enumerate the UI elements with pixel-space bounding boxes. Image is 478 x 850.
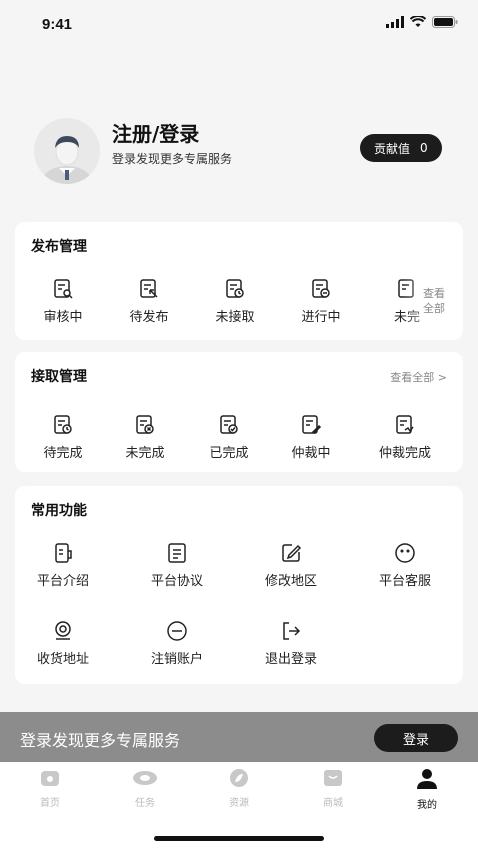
tab-mine[interactable]: 我的 (397, 768, 457, 811)
status-icons (386, 16, 458, 28)
status-time: 9:41 (42, 16, 73, 33)
tab-resource[interactable]: 资源 (209, 768, 269, 809)
location-icon (55, 621, 71, 640)
grid-label: 退出登录 (264, 652, 317, 667)
doc-clock-icon (54, 415, 72, 434)
func-platform-intro[interactable]: 平台介绍 (23, 542, 103, 589)
doc-progress-icon (312, 279, 330, 298)
service-icon (395, 543, 415, 563)
grid-label: 注销账户 (150, 652, 203, 667)
info-doc-icon (55, 543, 72, 563)
tab-label: 商城 (323, 798, 343, 809)
tab-label: 我的 (417, 800, 437, 811)
func-customer-service[interactable]: 平台客服 (365, 542, 445, 589)
scroll-fade (403, 222, 463, 340)
resource-icon (230, 769, 248, 787)
doc-check-icon (220, 415, 238, 434)
receive-view-all[interactable]: 查看全部 > (390, 369, 447, 385)
tab-shop[interactable]: 商城 (303, 768, 363, 809)
login-register-title[interactable]: 注册/登录 (112, 118, 199, 147)
wifi-icon (410, 16, 426, 27)
receive-item-to-complete[interactable]: 待完成 (23, 414, 103, 461)
grid-label: 已完成 (209, 446, 249, 461)
agreement-icon (168, 543, 186, 563)
edit-icon (282, 544, 302, 562)
doc-cursor-icon (140, 279, 158, 298)
grid-label: 收货地址 (36, 652, 89, 667)
signal-icon (386, 16, 404, 28)
avatar[interactable] (34, 118, 100, 184)
doc-x-icon (136, 415, 154, 434)
task-icon (133, 771, 157, 785)
login-button[interactable]: 登录 (374, 724, 458, 752)
doc-signed-icon (396, 415, 414, 434)
tab-task[interactable]: 任务 (115, 768, 175, 809)
contribution-value: 0 (420, 141, 428, 155)
receive-item-arbitrating[interactable]: 仲裁中 (271, 414, 351, 461)
grid-label: 修改地区 (264, 574, 317, 589)
profile-subtitle: 登录发现更多专属服务 (112, 152, 233, 166)
tab-label: 首页 (40, 798, 60, 809)
func-platform-agreement[interactable]: 平台协议 (137, 542, 217, 589)
receive-item-incomplete[interactable]: 未完成 (105, 414, 185, 461)
promo-text: 登录发现更多专属服务 (20, 731, 181, 750)
logout-icon (283, 622, 301, 640)
common-functions-card: 常用功能 平台介绍 平台协议 修改地区 平台客服 收货地址 注销账户 退出登录 (15, 486, 463, 684)
view-all-line1: 查看 (423, 287, 445, 300)
func-shipping-address[interactable]: 收货地址 (23, 620, 103, 667)
publish-item-unaccepted[interactable]: 未接取 (195, 278, 275, 325)
home-indicator (154, 836, 324, 841)
status-bar: 9:41 (0, 0, 478, 52)
shop-icon (324, 770, 342, 786)
grid-label: 进行中 (301, 310, 341, 325)
battery-icon (432, 16, 458, 28)
tab-label: 任务 (135, 798, 155, 809)
tab-home[interactable]: 首页 (20, 768, 80, 809)
grid-label: 平台介绍 (36, 574, 89, 589)
publish-item-in-progress[interactable]: 进行中 (281, 278, 361, 325)
receive-item-completed[interactable]: 已完成 (189, 414, 269, 461)
grid-label: 待发布 (129, 310, 169, 325)
grid-label: 待完成 (43, 446, 83, 461)
receive-management-card: 接取管理 查看全部 > 待完成 未完成 已完成 仲裁中 仲裁完成 (15, 352, 463, 472)
view-all-line2: 全部 (423, 302, 445, 315)
grid-label: 仲裁中 (291, 446, 331, 461)
grid-label: 未完成 (125, 446, 165, 461)
publish-management-card: 发布管理 审核中 待发布 未接取 进行中 未完 查看 (15, 222, 463, 340)
publish-item-pending[interactable]: 待发布 (109, 278, 189, 325)
func-cancel-account[interactable]: 注销账户 (137, 620, 217, 667)
func-logout[interactable]: 退出登录 (251, 620, 331, 667)
publish-view-all[interactable]: 查看 全部 (419, 286, 449, 316)
receive-item-arbitrated[interactable]: 仲裁完成 (365, 414, 445, 461)
doc-clock-icon (226, 279, 244, 298)
func-change-region[interactable]: 修改地区 (251, 542, 331, 589)
card-title: 发布管理 (31, 239, 87, 255)
grid-label: 审核中 (43, 310, 83, 325)
minus-circle-icon (167, 621, 187, 641)
home-icon (41, 771, 59, 786)
tab-label: 资源 (229, 798, 249, 809)
doc-search-icon (54, 279, 73, 299)
contribution-badge[interactable]: 贡献值 0 (360, 134, 442, 162)
grid-label: 仲裁完成 (378, 446, 431, 461)
doc-edit-icon (302, 415, 322, 435)
contribution-label: 贡献值 (374, 141, 411, 156)
card-title: 接取管理 (31, 369, 87, 385)
login-promo-bar: 登录发现更多专属服务 登录 (0, 712, 478, 762)
user-icon (417, 769, 437, 789)
grid-label: 平台协议 (150, 574, 203, 589)
card-title: 常用功能 (31, 503, 87, 519)
grid-label: 未接取 (215, 310, 255, 325)
publish-item-reviewing[interactable]: 审核中 (23, 278, 103, 325)
grid-label: 平台客服 (378, 574, 431, 589)
profile-header[interactable]: 注册/登录 登录发现更多专属服务 贡献值 0 (20, 112, 460, 192)
